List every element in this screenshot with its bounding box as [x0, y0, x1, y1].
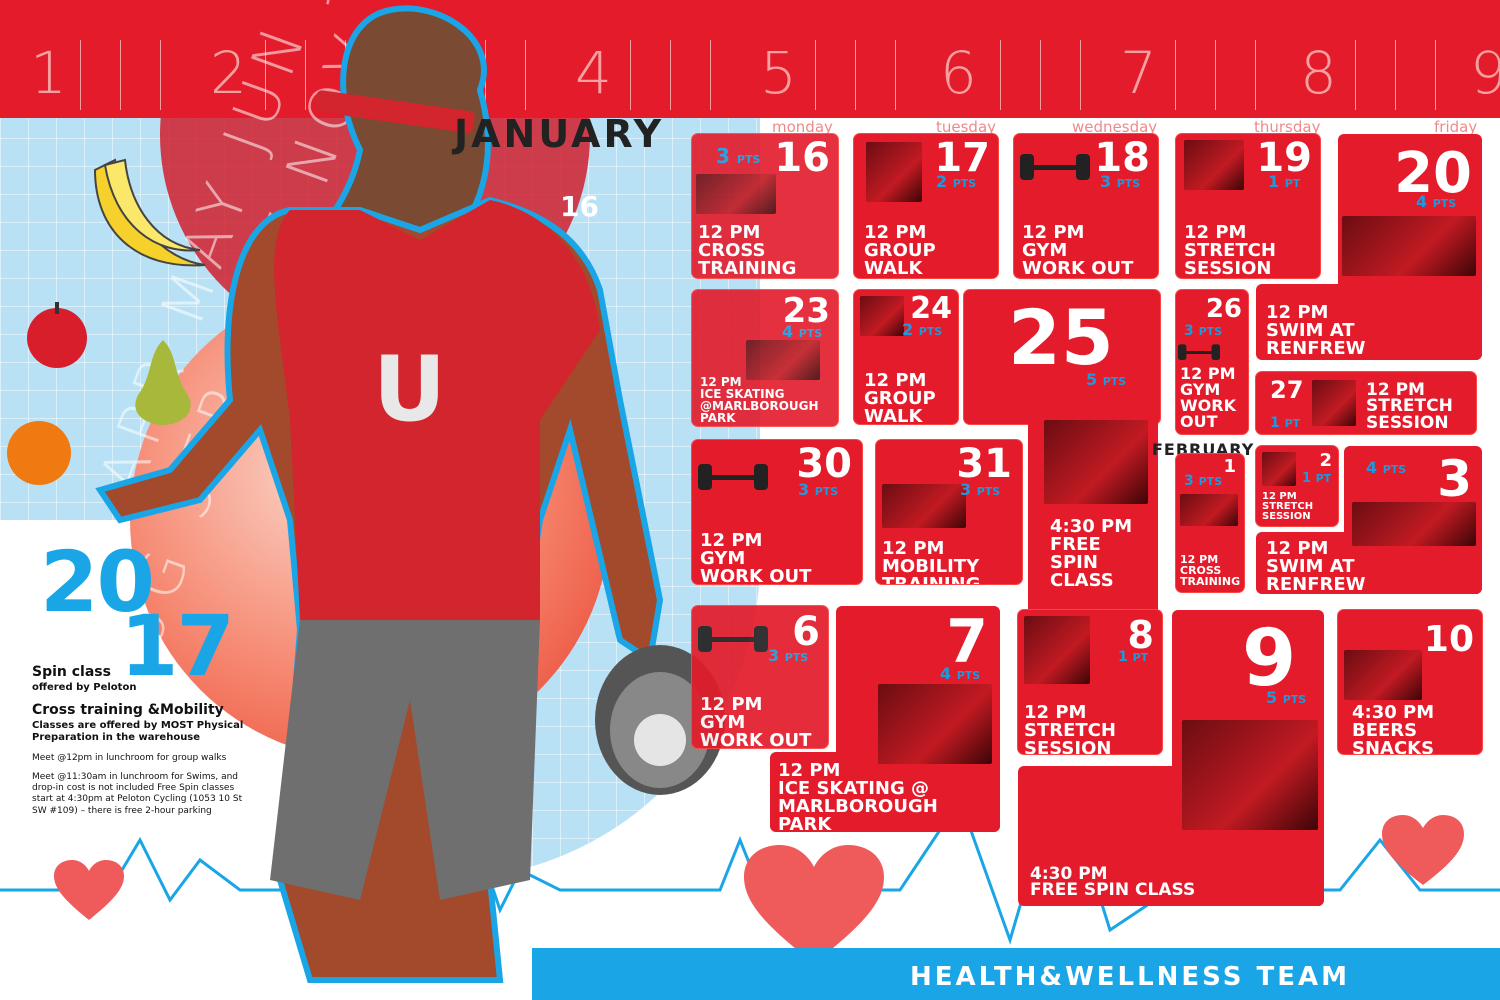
event-card-18[interactable]: 18 3 PTS 12 PM GYM WORK OUT: [1014, 134, 1158, 278]
spin-title: Spin class: [32, 664, 111, 680]
points-badge: 3 PTS: [1184, 323, 1223, 339]
points-badge: 3 PTS: [1100, 172, 1141, 191]
swim-note: Meet @11:30am in lunchroom for Swims, an…: [32, 771, 243, 816]
event-card-feb-9[interactable]: 9 5 PTS 4:30 PM FREE SPIN CLASS: [1018, 610, 1324, 906]
day-number: 30: [796, 441, 852, 487]
day-number: 25: [1008, 293, 1114, 382]
cross-title: Cross training &Mobility: [32, 702, 224, 718]
event-label: FREE SPIN CLASS: [1050, 534, 1114, 591]
heart-icon: [1382, 815, 1464, 885]
points-badge: 4 PTS: [1416, 192, 1457, 211]
event-card-31[interactable]: 31 3 PTS 12 PM MOBILITY TRAINING: [876, 440, 1022, 584]
day-number: 31: [956, 441, 1012, 487]
day-number: 3: [1437, 450, 1472, 508]
points-badge: 2 PTS: [936, 172, 977, 191]
event-label: BEERS SNACKS: [1352, 720, 1435, 755]
day-number: 16: [774, 135, 830, 181]
points-badge: 1 PT: [1270, 415, 1301, 431]
event-card-25[interactable]: 25 5 PTS 4:30 PM FREE SPIN CLASS: [964, 290, 1160, 732]
walk-note: Meet @12pm in lunchroom for group walks: [32, 752, 227, 763]
dumbbell-icon: [698, 460, 768, 494]
day-number: 1: [1223, 456, 1236, 477]
spin-subtitle: offered by Peloton: [32, 681, 137, 693]
points-badge: 3 PTS: [960, 480, 1001, 499]
event-card-feb-10[interactable]: 10 4:30 PM BEERS SNACKS: [1338, 610, 1482, 754]
day-number: 26: [1205, 294, 1242, 324]
ruler-number: 8: [1300, 39, 1337, 107]
points-badge: 3 PTS: [716, 144, 761, 168]
event-label: GROUP WALK: [864, 388, 936, 425]
points-badge: 4 PTS: [940, 664, 981, 683]
event-label: CROSS TRAINING: [1180, 564, 1241, 588]
points-badge: 2 PTS: [902, 320, 943, 339]
event-card-26[interactable]: 26 3 PTS 12 PM GYM WORK OUT: [1176, 290, 1248, 434]
event-label: ICE SKATING @MARLBOROUGH PARK: [700, 387, 819, 425]
event-label: SWIM AT RENFREW: [1266, 556, 1366, 595]
event-card-24[interactable]: 24 2 PTS 12 PM GROUP WALK: [854, 290, 958, 424]
event-card-30[interactable]: 30 3 PTS 12 PM GYM WORK OUT: [692, 440, 862, 584]
date-marker: 16: [560, 190, 599, 223]
day-number: 10: [1423, 619, 1474, 660]
event-card-feb-7[interactable]: 7 4 PTS 12 PM ICE SKATING @ MARLBOROUGH …: [770, 606, 1000, 835]
heart-icon: [744, 845, 884, 963]
month-title: JANUARY: [454, 112, 665, 156]
day-number: 7: [946, 607, 988, 677]
event-card-feb-1[interactable]: 1 3 PTS 12 PM CROSS TRAINING: [1176, 454, 1244, 592]
event-label: GYM WORK OUT: [700, 548, 812, 585]
event-label: GROUP WALK: [864, 240, 936, 278]
day-number: 27: [1270, 376, 1304, 404]
event-card-16[interactable]: 3 PTS 16 12 PM CROSS TRAINING: [692, 134, 838, 278]
info-notes: Spin class offered by Peloton Cross trai…: [32, 664, 252, 825]
event-label: FREE SPIN CLASS: [1030, 880, 1196, 900]
event-card-27[interactable]: 27 1 PT 12 PM STRETCH SESSION: [1256, 372, 1476, 434]
ruler-number: 5: [760, 39, 797, 107]
ruler-number: 6: [940, 39, 977, 107]
event-label: ICE SKATING @ MARLBOROUGH PARK: [778, 778, 938, 835]
event-label: SWIM AT RENFREW: [1266, 320, 1366, 359]
cross-subtitle: Classes are offered by MOST Physical Pre…: [32, 719, 244, 744]
svg-text:U: U: [373, 337, 446, 442]
points-badge: 3 PTS: [798, 480, 839, 499]
event-label: CROSS TRAINING: [698, 240, 797, 278]
points-badge: 4 PTS: [1366, 458, 1407, 477]
points-badge: 4 PTS: [782, 322, 823, 341]
event-label: MOBILITY TRAINING: [882, 556, 980, 585]
event-label: STRETCH SESSION: [1366, 396, 1453, 433]
event-card-17[interactable]: 17 2 PTS 12 PM GROUP WALK: [854, 134, 998, 278]
ruler-number: 9: [1470, 39, 1500, 107]
event-label: GYM WORK OUT: [1022, 240, 1134, 278]
dumbbell-icon: [698, 622, 768, 656]
dumbbell-icon: [1020, 150, 1090, 184]
points-badge: 5 PTS: [1086, 370, 1127, 389]
event-card-20[interactable]: 20 4 PTS 12 PM SWIM AT RENFREW: [1256, 134, 1482, 360]
points-badge: 3 PTS: [1184, 473, 1223, 489]
day-number: 9: [1242, 614, 1297, 704]
event-label: GYM WORK OUT: [1180, 380, 1236, 431]
event-card-23[interactable]: 23 4 PTS 12 PM ICE SKATING @MARLBOROUGH …: [692, 290, 838, 426]
footer-title: HEALTH&WELLNESS TEAM: [910, 962, 1350, 992]
event-card-feb-3[interactable]: 3 4 PTS 12 PM SWIM AT RENFREW: [1256, 446, 1482, 594]
ruler-number: 7: [1120, 39, 1157, 107]
points-badge: 5 PTS: [1266, 688, 1307, 707]
dumbbell-icon: [1178, 342, 1220, 362]
